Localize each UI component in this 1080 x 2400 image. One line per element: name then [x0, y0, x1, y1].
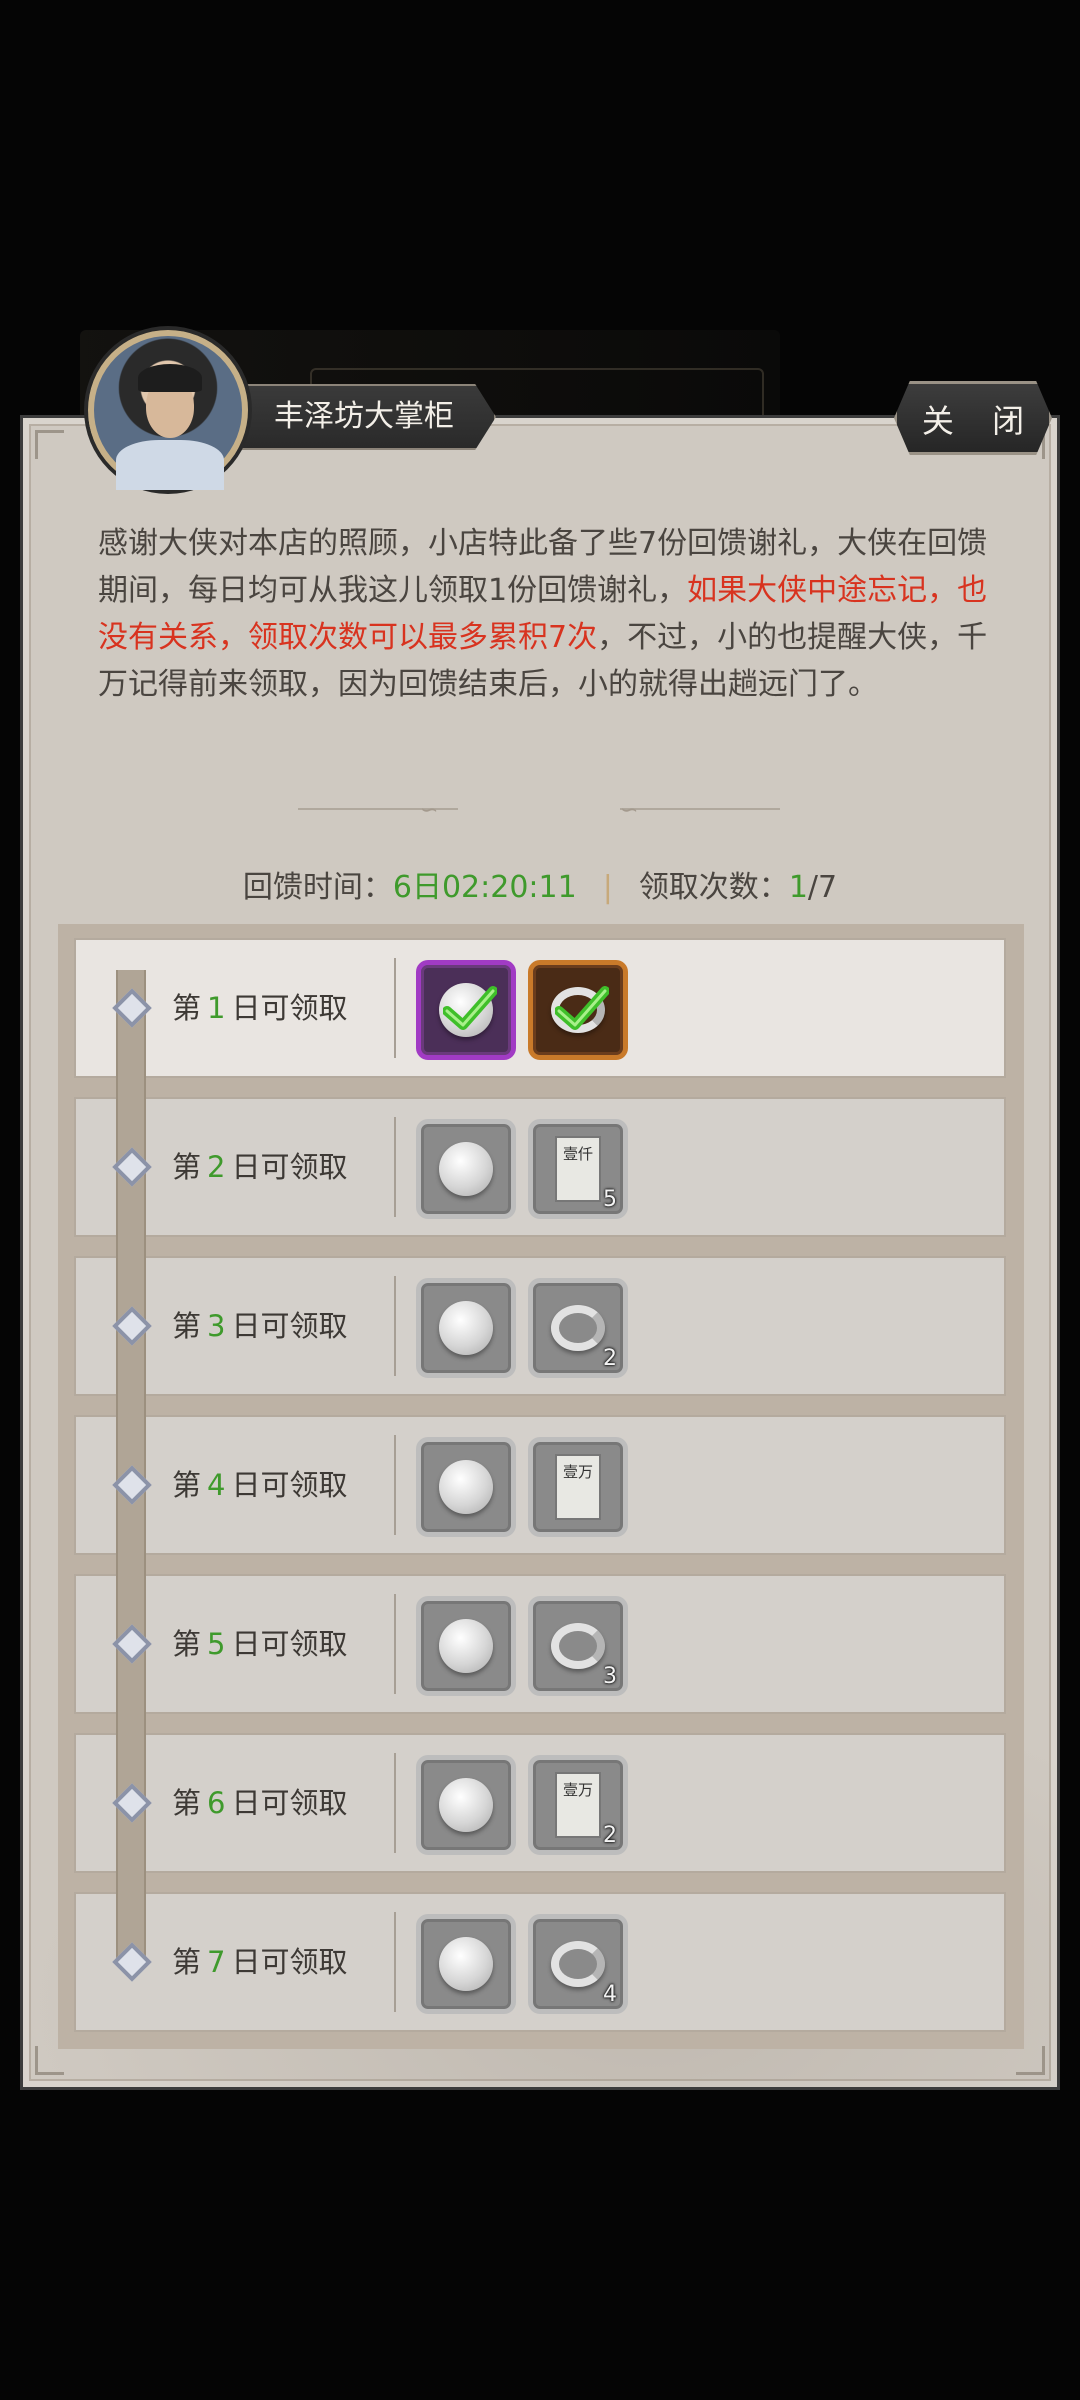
silver-ingot-icon: [551, 1623, 605, 1669]
intro-text: 感谢大侠对本店的照顾，小店特此备了些7份回馈谢礼，大侠在回馈期间，每日均可从我这…: [98, 520, 988, 708]
divider-ornament: ∽: [420, 798, 439, 823]
checkmark-icon: [555, 986, 609, 1030]
row-separator: [394, 1912, 396, 2012]
item-quantity: 5: [603, 1187, 617, 1212]
reward-item[interactable]: [416, 1755, 516, 1855]
day-prefix: 第: [172, 1150, 202, 1184]
claim-count-total: /7: [807, 870, 838, 905]
day-row-5[interactable]: 第 5 日可领取 3: [74, 1574, 1006, 1714]
day-prefix: 第: [172, 991, 202, 1025]
row-separator: [394, 1594, 396, 1694]
day-row-3[interactable]: 第 3 日可领取 2: [74, 1256, 1006, 1396]
day-prefix: 第: [172, 1627, 202, 1661]
day-label: 第 6 日可领取: [172, 1735, 347, 1871]
reward-item[interactable]: [416, 1278, 516, 1378]
item-quantity: 2: [603, 1823, 617, 1848]
day-suffix: 日可领取: [231, 991, 348, 1025]
day-suffix: 日可领取: [231, 1627, 348, 1661]
day-number: 7: [207, 1945, 226, 1979]
scroll-icon: 壹万: [555, 1772, 601, 1838]
day-prefix: 第: [172, 1786, 202, 1820]
checkmark-icon: [443, 986, 497, 1030]
day-number: 6: [207, 1786, 226, 1820]
avatar-robe: [116, 440, 224, 490]
day-row-7[interactable]: 第 7 日可领取 4: [74, 1892, 1006, 2032]
reward-item-claimed[interactable]: [528, 960, 628, 1060]
scroll-icon: 壹仟: [555, 1136, 601, 1202]
silver-coin-icon: [439, 1937, 493, 1991]
day-number: 3: [207, 1309, 226, 1343]
item-quantity: 4: [603, 1982, 617, 2007]
reward-item[interactable]: 壹仟 5: [528, 1119, 628, 1219]
day-number: 2: [207, 1150, 226, 1184]
day-row-2[interactable]: 第 2 日可领取 壹仟 5: [74, 1097, 1006, 1237]
day-number: 1: [207, 991, 226, 1025]
row-separator: [394, 1117, 396, 1217]
reward-item[interactable]: 3: [528, 1596, 628, 1696]
item-quantity: 2: [603, 1346, 617, 1371]
day-row-1[interactable]: 第 1 日可领取: [74, 938, 1006, 1078]
day-suffix: 日可领取: [231, 1150, 348, 1184]
silver-coin-icon: [439, 1142, 493, 1196]
row-separator: [394, 1276, 396, 1376]
reward-item[interactable]: 壹万: [528, 1437, 628, 1537]
item-quantity: 3: [603, 1664, 617, 1689]
silver-coin-icon: [439, 1778, 493, 1832]
row-separator: [394, 1753, 396, 1853]
reward-item[interactable]: [416, 1119, 516, 1219]
npc-avatar: [88, 330, 248, 490]
day-label: 第 4 日可领取: [172, 1417, 347, 1553]
day-row-4[interactable]: 第 4 日可领取 壹万: [74, 1415, 1006, 1555]
silver-ingot-icon: [551, 1305, 605, 1351]
corner-ornament: [1016, 2046, 1045, 2075]
reward-item[interactable]: [416, 1596, 516, 1696]
day-prefix: 第: [172, 1945, 202, 1979]
stats-bar: 回馈时间：6日02:20:11 | 领取次数：1/7: [0, 862, 1080, 906]
day-label: 第 1 日可领取: [172, 940, 347, 1076]
avatar-hair: [138, 364, 202, 392]
day-suffix: 日可领取: [231, 1468, 348, 1502]
silver-coin-icon: [439, 1619, 493, 1673]
feedback-time-label: 回馈时间：: [242, 870, 393, 905]
reward-item[interactable]: 2: [528, 1278, 628, 1378]
reward-item[interactable]: [416, 1914, 516, 2014]
row-separator: [394, 958, 396, 1058]
day-label: 第 7 日可领取: [172, 1894, 347, 2030]
close-button[interactable]: 关 闭: [894, 381, 1052, 455]
day-label: 第 2 日可领取: [172, 1099, 347, 1235]
stats-separator: |: [602, 870, 613, 905]
day-label: 第 5 日可领取: [172, 1576, 347, 1712]
claim-count-label: 领取次数：: [638, 870, 789, 905]
feedback-time-value: 6日02:20:11: [392, 870, 577, 905]
corner-ornament: [35, 430, 64, 459]
reward-item[interactable]: [416, 1437, 516, 1537]
row-separator: [394, 1435, 396, 1535]
silver-ingot-icon: [551, 1941, 605, 1987]
reward-item[interactable]: 壹万 2: [528, 1755, 628, 1855]
day-number: 5: [207, 1627, 226, 1661]
silver-coin-icon: [439, 1301, 493, 1355]
claim-count-value: 1: [788, 870, 808, 905]
divider-ornament: ∽: [620, 798, 639, 823]
day-number: 4: [207, 1468, 226, 1502]
day-row-6[interactable]: 第 6 日可领取 壹万 2: [74, 1733, 1006, 1873]
day-prefix: 第: [172, 1309, 202, 1343]
silver-coin-icon: [439, 1460, 493, 1514]
divider-right: [620, 808, 780, 810]
scroll-icon: 壹万: [555, 1454, 601, 1520]
day-suffix: 日可领取: [231, 1309, 348, 1343]
reward-item-claimed[interactable]: [416, 960, 516, 1060]
corner-ornament: [35, 2046, 64, 2075]
day-suffix: 日可领取: [231, 1786, 348, 1820]
day-prefix: 第: [172, 1468, 202, 1502]
day-label: 第 3 日可领取: [172, 1258, 347, 1394]
day-suffix: 日可领取: [231, 1945, 348, 1979]
reward-item[interactable]: 4: [528, 1914, 628, 2014]
npc-name: 丰泽坊大掌柜: [236, 384, 496, 450]
